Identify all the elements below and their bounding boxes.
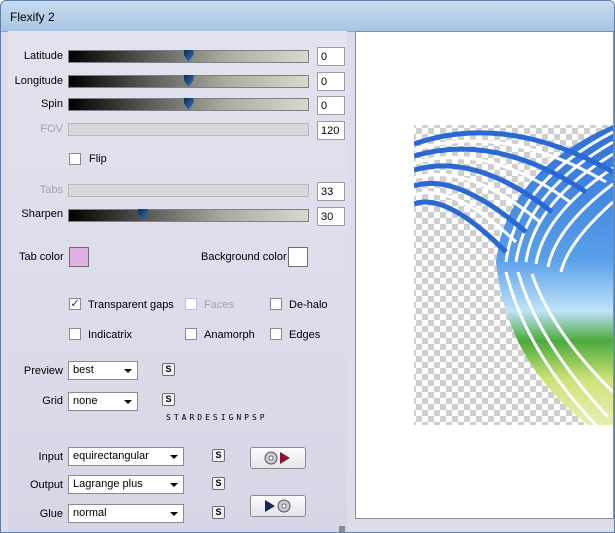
spin-value-field[interactable]: 0 xyxy=(317,96,345,115)
background-color-label: Background color xyxy=(201,251,287,263)
edges-label: Edges xyxy=(289,329,321,341)
latitude-value-field[interactable]: 0 xyxy=(317,47,345,66)
chevron-down-icon xyxy=(124,400,132,404)
latitude-label: Latitude xyxy=(23,50,63,62)
longitude-slider[interactable] xyxy=(68,75,309,88)
fov-slider xyxy=(68,123,309,136)
input-dropdown[interactable]: equirectangular xyxy=(68,447,184,466)
faces-checkbox xyxy=(185,298,197,310)
grid-dropdown-value: none xyxy=(73,395,98,407)
anamorph-checkbox[interactable] xyxy=(185,328,197,340)
grid-s-button[interactable]: S xyxy=(162,393,175,406)
longitude-slider-thumb[interactable] xyxy=(183,75,194,87)
flip-label: Flip xyxy=(89,153,107,165)
input-s-button[interactable]: S xyxy=(212,449,225,462)
output-s-button[interactable]: S xyxy=(212,477,225,490)
chevron-down-icon xyxy=(170,455,178,459)
chevron-down-icon xyxy=(170,483,178,487)
grid-dropdown[interactable]: none xyxy=(68,392,138,411)
tabs-value-field: 33 xyxy=(317,182,345,201)
flexify-window: Flexify 2 Latitude 0 Longitude 0 Spin 0 … xyxy=(0,0,615,533)
sharpen-value-field[interactable]: 30 xyxy=(317,207,345,226)
longitude-value-field[interactable]: 0 xyxy=(317,72,345,91)
spin-slider-thumb[interactable] xyxy=(183,98,194,110)
glue-label: Glue xyxy=(39,508,63,520)
disc-play-icon xyxy=(264,451,290,465)
input-label: Input xyxy=(38,451,63,463)
spin-slider[interactable] xyxy=(68,98,309,111)
preview-dropdown[interactable]: best xyxy=(68,361,138,380)
window-title: Flexify 2 xyxy=(10,10,55,24)
preview-s-button[interactable]: S xyxy=(162,363,175,376)
input-dropdown-value: equirectangular xyxy=(73,450,149,462)
play-disc-icon xyxy=(265,499,291,513)
preview-canvas xyxy=(355,31,614,519)
indicatrix-checkbox[interactable] xyxy=(69,328,81,340)
edges-checkbox[interactable] xyxy=(270,328,282,340)
resize-grip[interactable] xyxy=(339,526,345,532)
indicatrix-label: Indicatrix xyxy=(88,329,133,341)
input-play-button[interactable] xyxy=(250,447,306,469)
de-halo-checkbox[interactable] xyxy=(270,298,282,310)
transparent-gaps-label: Transparent gaps xyxy=(88,299,174,311)
fov-value-field: 120 xyxy=(317,121,345,140)
sharpen-slider-thumb[interactable] xyxy=(138,209,149,221)
brand-watermark: STARDESIGNPSP xyxy=(166,413,268,422)
preview-label: Preview xyxy=(23,365,63,377)
glue-dropdown[interactable]: normal xyxy=(68,504,184,523)
glue-s-button[interactable]: S xyxy=(212,506,225,519)
tabs-label: Tabs xyxy=(39,184,63,196)
grid-label: Grid xyxy=(42,395,63,407)
latitude-slider-thumb[interactable] xyxy=(183,50,194,62)
anamorph-label: Anamorph xyxy=(204,329,255,341)
preview-dropdown-value: best xyxy=(73,364,94,376)
glue-dropdown-value: normal xyxy=(73,507,107,519)
output-dropdown[interactable]: Lagrange plus xyxy=(68,475,184,494)
transparent-gaps-checkbox[interactable]: ✓ xyxy=(69,298,81,310)
output-label: Output xyxy=(29,479,63,491)
tabs-slider xyxy=(68,184,309,197)
output-dropdown-value: Lagrange plus xyxy=(73,478,143,490)
fov-label: FOV xyxy=(40,123,63,135)
spin-label: Spin xyxy=(40,98,63,110)
title-bar[interactable]: Flexify 2 xyxy=(1,1,614,32)
sharpen-label: Sharpen xyxy=(21,208,63,220)
tab-color-swatch[interactable] xyxy=(69,247,89,267)
latitude-slider[interactable] xyxy=(68,50,309,63)
flip-checkbox[interactable] xyxy=(69,153,81,165)
chevron-down-icon xyxy=(124,369,132,373)
de-halo-label: De-halo xyxy=(289,299,328,311)
flexify-preview-image xyxy=(414,125,613,425)
faces-label: Faces xyxy=(204,299,234,311)
sharpen-slider[interactable] xyxy=(68,209,309,222)
longitude-label: Longitude xyxy=(14,75,63,87)
output-play-button[interactable] xyxy=(250,495,306,517)
background-color-swatch[interactable] xyxy=(288,247,308,267)
tab-color-label: Tab color xyxy=(19,251,64,263)
chevron-down-icon xyxy=(170,512,178,516)
